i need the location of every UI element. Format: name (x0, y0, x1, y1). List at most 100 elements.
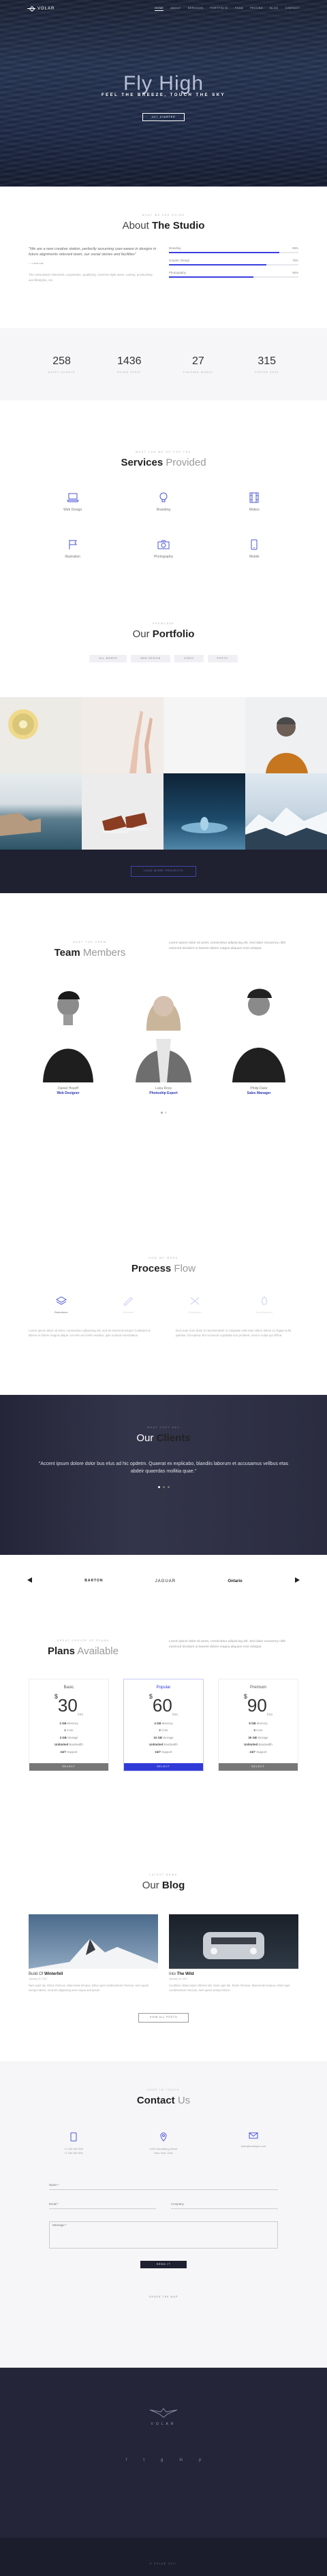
team-member-card[interactable]: Lana Ross Photoship Expert (126, 976, 201, 1097)
hero-subtitle: FEEL THE BREEZE, TOUCH THE SKY (101, 93, 226, 97)
map-cta[interactable]: UNDER THE MAP (0, 2296, 327, 2299)
portfolio-tile[interactable] (0, 773, 82, 850)
clients-section: WHAT THEY SAY Our Clients "Accent ipsum … (0, 1395, 327, 1555)
stat-item: 1436 Hours Spent (116, 355, 142, 374)
linkedin-icon[interactable]: in (179, 2458, 183, 2464)
portfolio-tile[interactable] (164, 773, 245, 850)
footer-logo[interactable]: VOLAR (0, 2406, 327, 2428)
prev-arrow-icon[interactable] (27, 1577, 33, 1585)
phone-icon (70, 2132, 77, 2144)
team-section: MEET THE CREW Team Members Lorem ipsum d… (0, 893, 327, 1220)
portfolio-tile[interactable] (82, 697, 164, 773)
stat-item: 315 Coffee Cups (255, 355, 279, 374)
clients-kicker: WHAT THEY SAY (147, 1426, 180, 1429)
company-field[interactable]: Company (171, 2202, 278, 2210)
process-step[interactable]: Brainstorm (54, 1296, 68, 1315)
team-member-card[interactable]: Daniel Hosoff Web Designer (31, 976, 106, 1097)
name-field[interactable]: Name * (49, 2183, 278, 2191)
client-logos: BARTON JAGUAR Ontario (0, 1555, 327, 1608)
brand-logo[interactable]: VOLAR (27, 6, 54, 12)
process-title: Process Flow (131, 1263, 196, 1275)
send-button[interactable]: SEND IT (140, 2261, 187, 2269)
process-text-right: Duis aute irure dolor in reprehenderit i… (176, 1329, 292, 1338)
quote-author: — Lead role (29, 261, 44, 265)
stat-item: 27 Finished Works (183, 355, 213, 374)
pricing-card: Basic $30/mo 2 GB Memory 1 Core 3 GB Sto… (29, 1678, 109, 1772)
nav-item-home[interactable]: Home (155, 7, 164, 12)
contact-form: Name * Email * Company Message * SEND IT (0, 2183, 327, 2269)
portfolio-tile[interactable] (164, 697, 245, 773)
camera-icon (157, 538, 170, 551)
portfolio-tile[interactable] (245, 773, 327, 850)
main-menu: Home About Services Portfolio Team Prici… (155, 7, 300, 12)
contact-section: KEEP IN TOUCH Contact Us +1 234 567 890 +… (0, 2061, 327, 2368)
team-intro: Lorem ipsum dolor sit amet, consectetur … (169, 941, 286, 950)
facebook-icon[interactable]: f (126, 2458, 127, 2464)
filter-video[interactable]: Video (174, 654, 204, 662)
nav-item-blog[interactable]: Blog (270, 7, 278, 11)
plans-kicker: GREAT CHOICE OF PLANS (57, 1639, 110, 1642)
portfolio-tile[interactable] (0, 697, 82, 773)
nav-item-portfolio[interactable]: Portfolio (211, 7, 228, 11)
blog-post[interactable]: Build Of Winterfell January 22, 2017 Nam… (29, 1914, 158, 1993)
nav-item-pricing[interactable]: Pricing (250, 7, 263, 11)
filter-photo[interactable]: Photo (207, 654, 238, 662)
email-field[interactable]: Email * (49, 2202, 156, 2210)
google-plus-icon[interactable]: g (161, 2458, 163, 2464)
testimonial-text: "Accent ipsum dolore dolor bus elus ad h… (38, 1461, 289, 1474)
team-carousel-dots[interactable] (0, 1111, 327, 1114)
plans-section: GREAT CHOICE OF PLANS Plans Available Lo… (0, 1608, 327, 1831)
service-item[interactable]: Motion (209, 492, 300, 513)
process-step[interactable]: Evaluation (189, 1296, 202, 1315)
pricing-card: Premium $90/mo 8 GB Memory 4 Core 30 GB … (218, 1678, 298, 1772)
message-field[interactable]: Message * (49, 2221, 278, 2249)
filter-web-design[interactable]: Web Design (131, 654, 170, 662)
service-item[interactable]: Illustration (27, 538, 118, 560)
team-title: Team Members (54, 947, 126, 959)
nav-item-services[interactable]: Services (188, 7, 204, 11)
portfolio-footer-band: LOAD MORE PROJECTS (0, 850, 327, 893)
member-photo (126, 976, 201, 1082)
view-all-posts-button[interactable]: VIEW ALL POSTS (138, 2013, 189, 2023)
tools-icon (189, 1296, 200, 1308)
contact-info-item: hello@example.com (213, 2132, 294, 2155)
filter-all-works[interactable]: All Works (89, 654, 127, 662)
client-logo: BARTON (84, 1579, 104, 1583)
service-item[interactable]: Mobile (209, 538, 300, 560)
twitter-icon[interactable]: t (143, 2458, 144, 2464)
select-plan-button[interactable]: SELECT (124, 1762, 203, 1771)
process-step[interactable]: Sketches (123, 1296, 134, 1315)
select-plan-button[interactable]: SELECT (29, 1762, 108, 1771)
process-text-left: Lorem ipsum dolor sit amet, consectetur … (29, 1329, 151, 1338)
nav-item-about[interactable]: About (170, 7, 181, 11)
load-more-button[interactable]: LOAD MORE PROJECTS (130, 866, 197, 877)
team-member-card[interactable]: Philip Duke Sales Manager (221, 976, 296, 1097)
service-item[interactable]: Photography (118, 538, 208, 560)
about-kicker: WHAT WE ARE DOING (142, 214, 185, 216)
pinterest-icon[interactable]: p (199, 2458, 201, 2464)
skills-list: Branding 85% Graphic Design 75% Photograph… (169, 246, 298, 283)
rocket-icon (259, 1296, 270, 1308)
plans-title: Plans Available (48, 1645, 119, 1658)
select-plan-button[interactable]: SELECT (219, 1762, 298, 1771)
nav-item-team[interactable]: Team (235, 7, 243, 11)
wings-logo-icon (150, 2408, 177, 2418)
get-started-button[interactable]: GET STARTED (142, 113, 185, 121)
portfolio-tile[interactable] (245, 697, 327, 773)
phone-icon (248, 538, 260, 551)
laptop-icon (66, 492, 79, 504)
testimonial-dots[interactable] (0, 1485, 327, 1488)
nav-item-contact[interactable]: Contact (285, 7, 300, 11)
blog-post[interactable]: Into The Wild January 18, 2017 Curabitur… (169, 1914, 298, 1993)
social-links: f t g in p (0, 2458, 327, 2464)
service-item[interactable]: Branding (118, 492, 208, 513)
portfolio-tile[interactable] (82, 773, 164, 850)
next-arrow-icon[interactable] (294, 1577, 300, 1585)
client-logo: Ontario (228, 1579, 243, 1583)
process-kicker: HOW WE WORK (149, 1257, 178, 1259)
service-item[interactable]: Web Design (27, 492, 118, 513)
portfolio-title: Our Portfolio (132, 628, 195, 641)
portfolio-section: SHOWCASE Our Portfolio All Works Web Des… (0, 580, 327, 697)
services-kicker: WHAT CAN WE DO FOR YOU (136, 451, 191, 453)
process-step[interactable]: Development (256, 1296, 272, 1315)
